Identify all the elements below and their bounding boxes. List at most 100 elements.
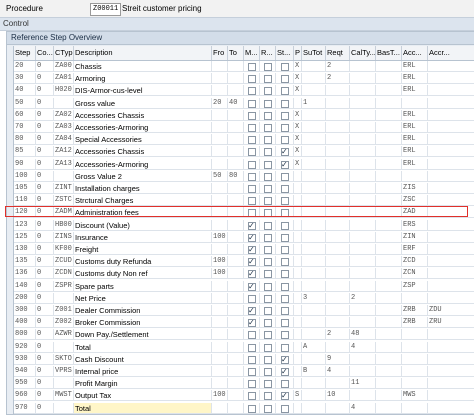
manual-checkbox[interactable] <box>248 209 256 218</box>
manual-checkbox[interactable] <box>248 232 256 242</box>
condition-type-cell[interactable]: AZWR <box>54 329 74 341</box>
account-key-cell[interactable]: ERL <box>402 122 428 133</box>
required-checkbox[interactable] <box>264 307 272 315</box>
calc-type-cell[interactable] <box>350 353 376 365</box>
requirement-cell[interactable]: 2 <box>326 73 350 85</box>
to-cell[interactable] <box>228 231 244 243</box>
to-cell[interactable] <box>228 85 244 97</box>
print-cell[interactable]: S <box>294 390 302 402</box>
manual-checkbox[interactable] <box>248 99 256 108</box>
calc-type-cell[interactable]: 4 <box>350 402 376 414</box>
required-checkbox[interactable] <box>264 355 272 364</box>
accrual-key-cell[interactable] <box>428 232 474 243</box>
from-cell[interactable] <box>212 146 228 158</box>
calc-type-cell[interactable] <box>350 97 376 109</box>
accrual-key-cell[interactable] <box>428 403 474 414</box>
from-cell[interactable] <box>212 219 228 231</box>
required-checkbox[interactable] <box>264 380 272 389</box>
print-cell[interactable] <box>294 353 302 365</box>
manual-checkbox[interactable] <box>248 294 256 303</box>
description-cell[interactable]: Administration fees <box>74 207 212 219</box>
required-checkbox[interactable] <box>264 258 272 267</box>
print-cell[interactable]: X <box>294 134 302 146</box>
accrual-key-cell[interactable] <box>428 256 474 268</box>
manual-checkbox[interactable] <box>248 368 256 376</box>
subtotal-cell[interactable]: B <box>302 366 326 377</box>
table-row[interactable]: 9400VPRSInternal price B4 <box>14 366 474 377</box>
account-key-cell[interactable] <box>402 353 428 365</box>
manual-checkbox[interactable] <box>248 392 256 401</box>
requirement-cell[interactable] <box>326 402 350 414</box>
from-cell[interactable]: 100 <box>212 390 228 402</box>
step-cell[interactable]: 20 <box>14 61 36 72</box>
description-cell[interactable]: Cash Discount <box>74 353 212 365</box>
print-cell[interactable] <box>294 341 302 353</box>
table-row[interactable]: 4000Z002Broker Commission ZRBZRU <box>14 317 474 329</box>
counter-cell[interactable]: 0 <box>36 280 54 292</box>
table-row[interactable]: 50 0 Gross value 20 40 1 <box>14 97 474 109</box>
required-checkbox[interactable] <box>264 160 272 169</box>
description-cell[interactable]: Accessories Chassis <box>74 146 212 158</box>
step-cell[interactable]: 136 <box>14 268 36 280</box>
subtotal-cell[interactable] <box>302 195 326 207</box>
manual-checkbox[interactable] <box>248 317 256 328</box>
base-type-cell[interactable] <box>376 366 402 377</box>
accrual-key-cell[interactable] <box>428 268 474 280</box>
statistical-checkbox[interactable] <box>281 343 289 352</box>
condition-type-cell[interactable] <box>54 292 74 304</box>
requirement-cell[interactable] <box>326 134 350 146</box>
from-cell[interactable]: 100 <box>212 231 228 243</box>
counter-cell[interactable]: 0 <box>36 268 54 280</box>
base-type-cell[interactable] <box>376 195 402 207</box>
column-header-manual[interactable]: M... <box>244 46 260 60</box>
print-cell[interactable]: X <box>294 61 302 72</box>
calc-type-cell[interactable] <box>350 366 376 377</box>
account-key-cell[interactable]: ZAD <box>402 207 428 219</box>
print-cell[interactable] <box>294 97 302 109</box>
required-checkbox[interactable] <box>264 197 272 206</box>
step-cell[interactable]: 300 <box>14 305 36 316</box>
from-cell[interactable] <box>212 378 228 390</box>
calc-type-cell[interactable] <box>350 207 376 219</box>
description-cell[interactable]: Insurance <box>74 231 212 243</box>
print-cell[interactable] <box>294 329 302 341</box>
manual-checkbox[interactable] <box>248 136 256 145</box>
table-row[interactable]: 920 0 Total A 4 <box>14 341 474 353</box>
to-cell[interactable] <box>228 122 244 133</box>
step-cell[interactable]: 123 <box>14 219 36 231</box>
step-cell[interactable]: 940 <box>14 366 36 377</box>
column-header-account-key[interactable]: Acc... <box>402 46 428 60</box>
subtotal-cell[interactable] <box>302 170 326 182</box>
from-cell[interactable] <box>212 305 228 316</box>
counter-cell[interactable]: 0 <box>36 183 54 194</box>
to-cell[interactable] <box>228 280 244 292</box>
table-row[interactable]: 1300KF00Freight ERF <box>14 244 474 255</box>
counter-cell[interactable]: 0 <box>36 170 54 182</box>
calc-type-cell[interactable] <box>350 268 376 280</box>
accrual-key-cell[interactable]: ZDU <box>428 305 474 316</box>
statistical-checkbox[interactable] <box>281 258 289 267</box>
statistical-checkbox[interactable] <box>281 75 289 84</box>
required-checkbox[interactable] <box>264 111 272 120</box>
condition-type-cell[interactable]: ZINT <box>54 183 74 194</box>
account-key-cell[interactable]: ERL <box>402 85 428 97</box>
statistical-checkbox[interactable] <box>281 390 289 401</box>
condition-type-cell[interactable]: SKTO <box>54 353 74 365</box>
account-key-cell[interactable]: ERL <box>402 109 428 121</box>
step-cell[interactable]: 400 <box>14 317 36 329</box>
step-cell[interactable]: 110 <box>14 195 36 207</box>
print-cell[interactable] <box>294 207 302 219</box>
condition-type-cell[interactable] <box>54 341 74 353</box>
print-cell[interactable]: X <box>294 158 302 170</box>
accrual-key-cell[interactable] <box>428 281 474 292</box>
column-header-base-type[interactable]: BasT... <box>376 46 402 60</box>
calc-type-cell[interactable] <box>350 109 376 121</box>
table-row[interactable]: 40 0 H020 DIS-Armor-cus-level X ERL <box>14 85 474 97</box>
accrual-key-cell[interactable] <box>428 98 474 109</box>
condition-type-cell[interactable]: ZSPR <box>54 280 74 292</box>
required-checkbox[interactable] <box>264 392 272 401</box>
subtotal-cell[interactable] <box>302 353 326 365</box>
step-cell[interactable]: 960 <box>14 390 36 402</box>
counter-cell[interactable]: 0 <box>36 207 54 219</box>
base-type-cell[interactable] <box>376 231 402 243</box>
